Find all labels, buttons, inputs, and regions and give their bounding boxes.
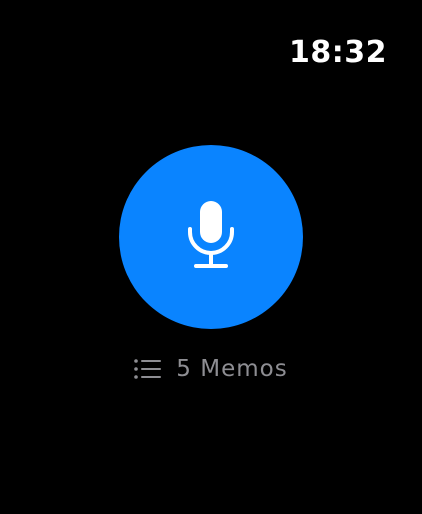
memos-count-label: 5 Memos — [176, 355, 288, 382]
list-icon — [134, 359, 162, 379]
microphone-icon — [188, 201, 234, 268]
watch-screen: 18:32 5 Memos — [0, 0, 422, 514]
status-clock: 18:32 — [289, 35, 387, 70]
memos-list-link[interactable]: 5 Memos — [0, 354, 422, 384]
record-button[interactable] — [119, 145, 303, 329]
